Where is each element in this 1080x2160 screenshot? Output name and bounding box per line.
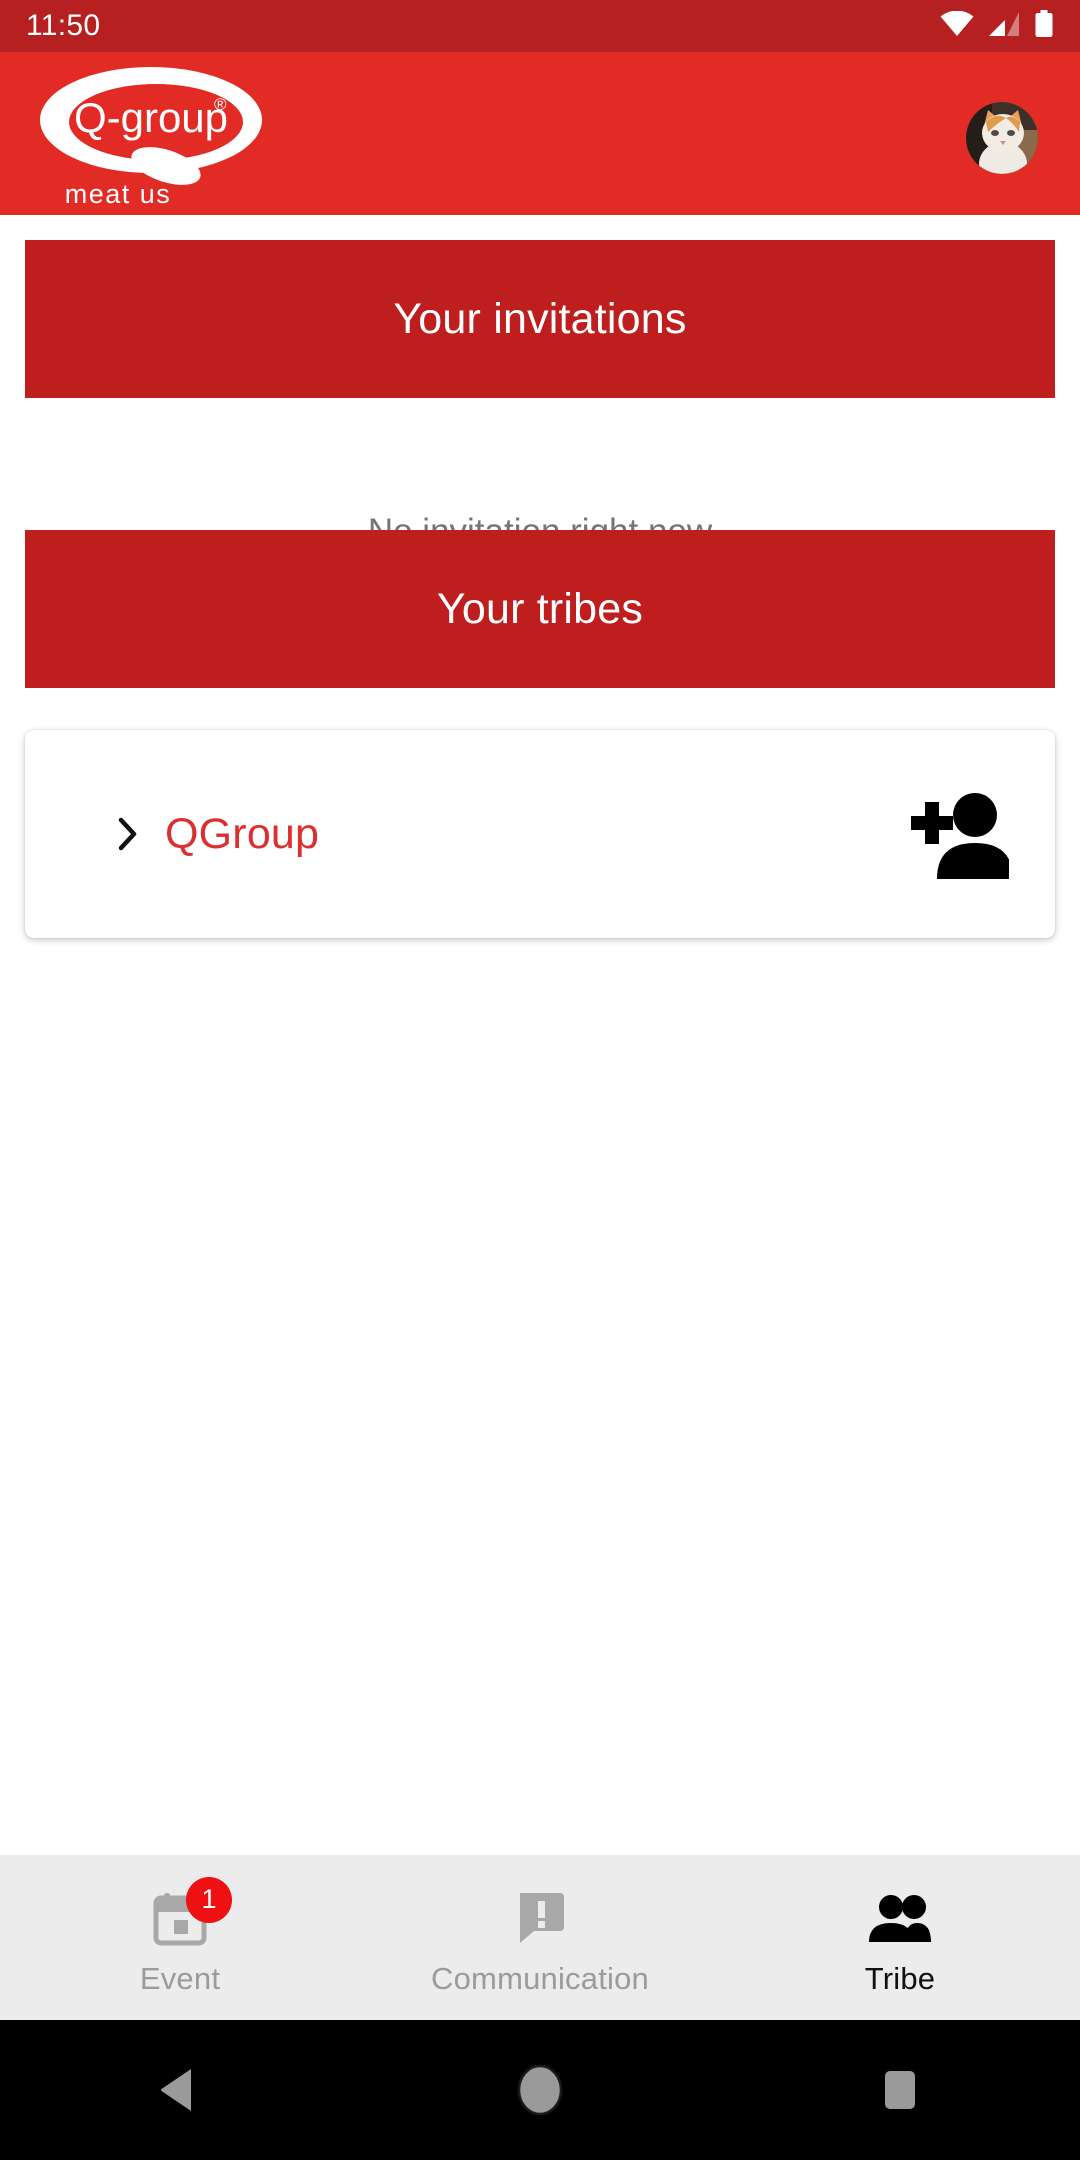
announcement-icon	[520, 1892, 564, 1943]
nav-tab-tribe[interactable]: Tribe	[720, 1855, 1080, 2020]
app-header: Q-group ® meat us	[0, 52, 1080, 215]
bottom-navigation-bar: 1 Event Communication Tribe	[0, 1855, 1080, 2020]
nav-tab-event[interactable]: 1 Event	[0, 1855, 360, 2020]
wifi-icon	[940, 10, 974, 42]
tribes-section-header[interactable]: Your tribes	[25, 530, 1055, 688]
main-content: Your invitations No invitation right now…	[0, 215, 1080, 1855]
status-bar: 11:50	[0, 0, 1080, 52]
announcement-icon-box	[504, 1885, 576, 1951]
recents-square-icon[interactable]	[840, 2030, 960, 2150]
tribe-name-label[interactable]: QGroup	[165, 810, 319, 859]
svg-text:®: ®	[214, 95, 227, 114]
person-add-icon[interactable]	[901, 789, 1009, 879]
phone-screen: 11:50 Q-group ® meat us Your invitations…	[0, 0, 1080, 2160]
invitations-section-header[interactable]: Your invitations	[25, 240, 1055, 398]
people-icon	[869, 1894, 931, 1942]
nav-tab-tribe-label: Tribe	[864, 1960, 936, 1996]
people-icon-box	[864, 1885, 936, 1951]
nav-tab-communication-label: Communication	[431, 1960, 649, 1996]
home-circle-icon[interactable]	[480, 2030, 600, 2150]
battery-icon	[1034, 9, 1054, 43]
svg-text:Q-group: Q-group	[74, 94, 228, 141]
qgroup-logo: Q-group ® meat us	[38, 62, 268, 210]
calendar-icon-box: 1	[144, 1876, 232, 1951]
status-bar-icons	[940, 9, 1054, 43]
back-triangle-icon[interactable]	[120, 2030, 240, 2150]
status-bar-clock: 11:50	[26, 9, 101, 42]
profile-avatar[interactable]	[966, 102, 1038, 174]
cellular-signal-icon	[988, 11, 1020, 42]
android-system-navigation	[0, 2020, 1080, 2160]
nav-tab-communication[interactable]: Communication	[360, 1855, 720, 2020]
tribe-list-item[interactable]: QGroup	[25, 730, 1055, 938]
nav-tab-event-label: Event	[139, 1960, 221, 1996]
event-badge-count: 1	[186, 1876, 232, 1923]
chevron-right-icon[interactable]	[117, 817, 139, 851]
svg-text:meat us: meat us	[65, 179, 172, 209]
